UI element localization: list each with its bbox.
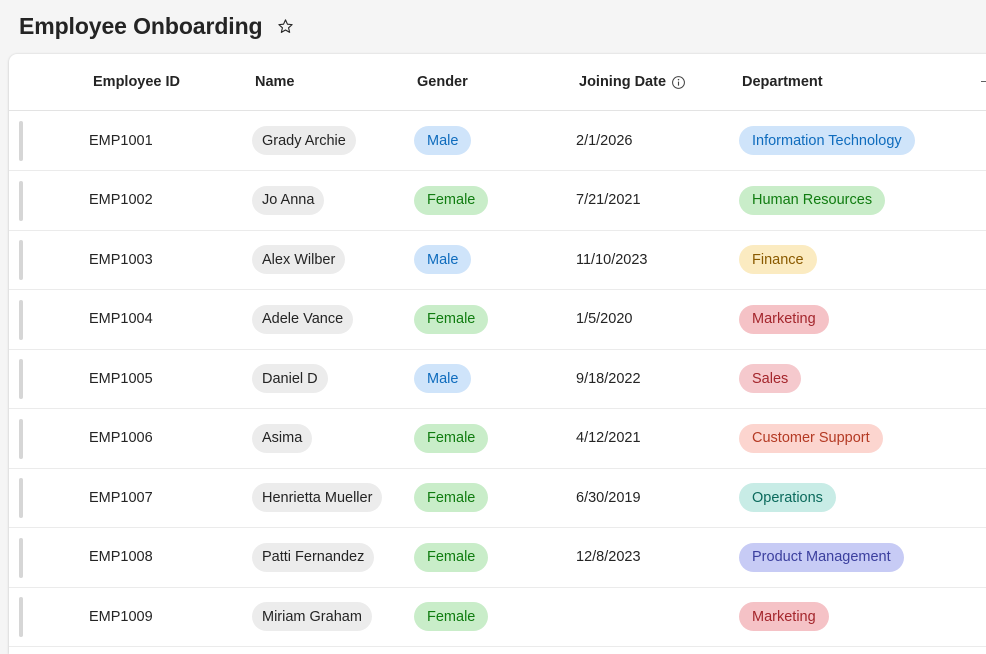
gender-pill: Male [414,126,472,155]
table-row[interactable]: EMP1005 Daniel D Male 9/18/2022 Sales [9,349,986,409]
info-icon[interactable] [671,75,686,90]
table-row[interactable]: EMP1007 Henrietta Mueller Female 6/30/2019 O… [9,468,986,528]
page-header: Employee Onboarding [0,0,986,52]
person-pill[interactable]: Grady Archie [252,126,356,155]
table-row[interactable]: EMP1002 Jo Anna Female 7/21/2021 Human Resou… [9,171,986,231]
department-pill: Customer Support [739,423,883,453]
gender-pill: Female [414,483,489,512]
table-row[interactable]: EMP1004 Adele Vance Female 1/5/2020 Marketin… [9,290,986,350]
person-pill[interactable]: Miriam Graham [252,602,372,631]
column-header-label: Gender [417,74,468,90]
person-pill[interactable]: Asima [252,423,313,453]
employee-id-cell: EMP1001 [89,132,153,149]
gender-pill: Female [414,185,489,215]
gender-pill: Female [414,423,489,453]
list-view: Employee ID Name Gender Joining Date Dep… [9,54,986,654]
gender-pill: Male [414,364,472,393]
more-columns-icon[interactable] [981,81,986,82]
employee-id-cell: EMP1005 [89,370,153,387]
department-pill: Product Management [739,542,904,572]
column-header-gender[interactable]: Gender [417,54,468,110]
row-select-handle[interactable] [19,478,23,518]
joining-date-cell: 1/5/2020 [576,311,633,327]
employee-id-cell: EMP1006 [89,430,153,446]
column-header-department[interactable]: Department [742,54,823,110]
joining-date-cell: 4/12/2021 [576,430,641,446]
row-select-handle[interactable] [19,180,23,221]
joining-date-cell: 7/21/2021 [576,192,641,208]
joining-date-cell: 11/10/2023 [576,251,648,268]
joining-date-cell: 6/30/2019 [576,489,641,506]
table-row[interactable]: EMP1001 Grady Archie Male 2/1/2026 Informati… [9,111,986,171]
column-header-label: Name [255,74,295,90]
department-pill: Information Technology [739,126,915,155]
row-select-handle[interactable] [19,240,23,280]
department-pill: Human Resources [739,185,886,215]
row-select-handle[interactable] [19,597,23,637]
person-pill[interactable]: Patti Fernandez [252,542,375,572]
person-pill[interactable]: Jo Anna [252,185,325,215]
table-row[interactable]: EMP1003 Alex Wilber Male 11/10/2023 Finance [9,230,986,290]
gender-pill: Female [414,602,489,631]
person-pill[interactable]: Henrietta Mueller [252,483,383,512]
joining-date-cell: 2/1/2026 [576,132,633,149]
gender-pill: Female [414,542,489,572]
row-select-handle[interactable] [19,121,23,161]
department-pill: Marketing [739,602,829,631]
gender-pill: Male [414,245,472,274]
department-pill: Operations [739,483,836,512]
employee-id-cell: EMP1002 [89,192,153,208]
page-title: Employee Onboarding [19,12,263,39]
row-select-handle[interactable] [19,418,23,459]
department-pill: Sales [739,364,802,393]
person-pill[interactable]: Alex Wilber [252,245,346,274]
gender-pill: Female [414,304,489,334]
table-row[interactable]: EMP1009 Miriam Graham Female Marketing [9,587,986,647]
employee-id-cell: EMP1004 [89,311,153,327]
column-header-employee-id[interactable]: Employee ID [93,54,180,110]
column-header-label: Department [742,74,823,90]
table-row[interactable]: EMP1006 Asima Female 4/12/2021 Customer Supp… [9,409,986,469]
column-header-label: Employee ID [93,74,181,90]
joining-date-cell: 12/8/2023 [576,549,641,565]
star-icon[interactable] [276,17,294,35]
row-select-handle[interactable] [19,537,23,578]
employee-id-cell: EMP1009 [89,608,153,625]
person-pill[interactable]: Adele Vance [252,304,354,334]
table-row[interactable]: EMP1008 Patti Fernandez Female 12/8/2023 Pro… [9,528,986,588]
department-pill: Marketing [739,304,829,334]
column-header-row: Employee ID Name Gender Joining Date Dep… [9,54,986,111]
department-pill: Finance [739,245,817,274]
employee-id-cell: EMP1008 [89,549,153,565]
column-header-joining-date[interactable]: Joining Date [579,54,686,110]
row-select-handle[interactable] [19,299,23,340]
joining-date-cell: 9/18/2022 [576,370,641,387]
employee-id-cell: EMP1007 [89,489,153,506]
column-header-name[interactable]: Name [255,54,295,110]
person-pill[interactable]: Daniel D [252,364,328,393]
employee-id-cell: EMP1003 [89,251,153,268]
row-select-handle[interactable] [19,359,23,399]
column-header-label: Joining Date [579,74,667,90]
